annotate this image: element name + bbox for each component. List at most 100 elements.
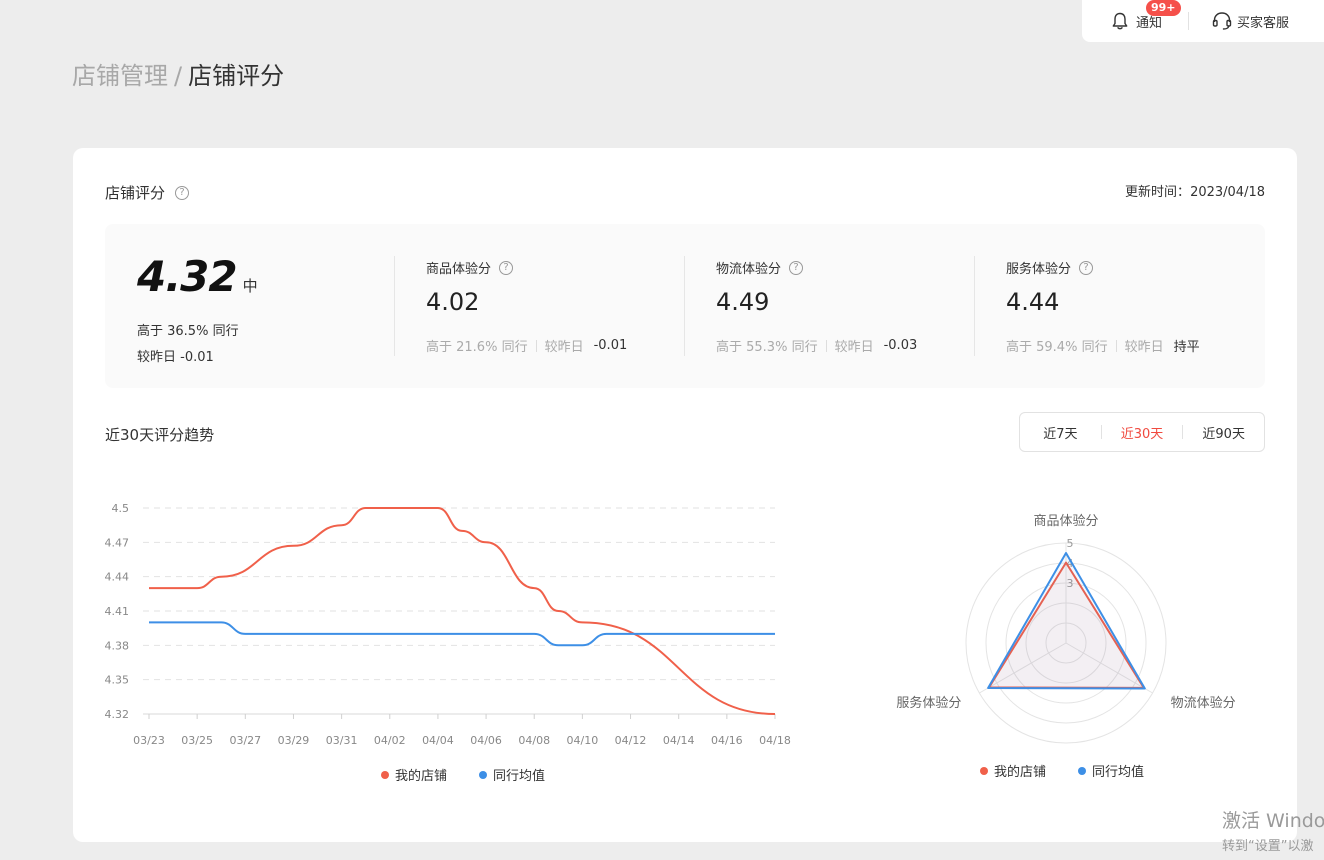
legend-item-mine[interactable]: 我的店铺 xyxy=(381,765,447,784)
x-tick-label: 03/25 xyxy=(181,734,213,747)
card-title-text: 店铺评分 xyxy=(105,184,166,202)
notice-count-badge: 99+ xyxy=(1146,0,1181,16)
radar-axis-label: 商品体验分 xyxy=(1033,513,1098,529)
overall-vs-label: 较昨日 xyxy=(137,350,177,365)
update-time-value: 2023/04/18 xyxy=(1190,185,1265,200)
meta-divider xyxy=(825,339,827,352)
product-higher-than-peers: 高于 21.6% 同行 xyxy=(426,340,528,355)
y-tick-label: 4.38 xyxy=(105,639,130,652)
buyer-service-button[interactable]: 买家客服 xyxy=(1189,0,1289,42)
x-tick-label: 04/08 xyxy=(518,734,550,747)
legend-dot-mine xyxy=(381,770,389,779)
service-score-label: 服务体验分? xyxy=(1006,258,1094,277)
panel-divider xyxy=(974,256,975,356)
service-vs-label: 较昨日 xyxy=(1124,340,1164,355)
x-tick-label: 03/23 xyxy=(133,734,165,747)
overall-score-value: 4.32 xyxy=(137,252,238,301)
y-tick-label: 4.44 xyxy=(105,571,130,584)
radar-legend-dot-mine xyxy=(980,766,988,775)
top-bar: 通知 99+ 买家客服 xyxy=(1082,0,1324,42)
update-time: 更新时间：2023/04/18 xyxy=(1125,181,1265,200)
legend-item-peer[interactable]: 同行均值 xyxy=(479,765,545,784)
overall-vs-value: -0.01 xyxy=(180,350,214,365)
buyer-service-label: 买家客服 xyxy=(1237,15,1290,31)
x-tick-label: 04/18 xyxy=(759,734,791,747)
overall-score-level: 中 xyxy=(242,277,258,295)
help-icon[interactable]: ? xyxy=(789,260,804,275)
legend-label-mine: 我的店铺 xyxy=(395,769,448,784)
radar-axis-label: 服务体验分 xyxy=(896,695,961,711)
x-tick-label: 04/06 xyxy=(470,734,502,747)
product-score-meta: 高于 21.6% 同行 较昨日 -0.01 xyxy=(426,336,627,355)
product-vs-label: 较昨日 xyxy=(544,340,584,355)
breadcrumb-parent-link[interactable]: 店铺管理 xyxy=(72,62,168,90)
x-tick-label: 03/27 xyxy=(229,734,261,747)
meta-divider xyxy=(535,339,537,352)
service-score-meta: 高于 59.4% 同行 较昨日 持平 xyxy=(1006,336,1200,355)
logistics-vs-value: -0.03 xyxy=(883,338,918,353)
y-tick-label: 4.41 xyxy=(105,605,130,618)
product-score-label-text: 商品体验分 xyxy=(426,262,492,277)
x-tick-label: 04/02 xyxy=(374,734,406,747)
meta-divider xyxy=(1115,339,1117,352)
help-icon[interactable]: ? xyxy=(1079,260,1094,275)
x-tick-label: 04/14 xyxy=(663,734,695,747)
panel-divider xyxy=(684,256,685,356)
legend-dot-peer xyxy=(479,770,488,779)
x-tick-label: 04/04 xyxy=(422,734,454,747)
service-vs-value: 持平 xyxy=(1173,340,1200,355)
score-summary-panel: 4.32 中 高于 36.5% 同行 较昨日 -0.01 商品体验分? 4.02 … xyxy=(105,224,1265,388)
trend-title: 近30天评分趋势 xyxy=(105,426,215,444)
legend-label-peer: 同行均值 xyxy=(493,769,546,784)
radar-legend-label-mine: 我的店铺 xyxy=(994,765,1047,780)
logistics-higher-than-peers: 高于 55.3% 同行 xyxy=(716,340,818,355)
card-title: 店铺评分 ? xyxy=(105,182,190,203)
breadcrumb-separator: / xyxy=(174,62,183,90)
panel-divider xyxy=(394,256,395,356)
notice-button[interactable]: 通知 99+ xyxy=(1082,0,1188,42)
range-selector: 近7天 近30天 近90天 xyxy=(1019,412,1265,452)
windows-activation-watermark: 激活 Windo 转到“设置”以激 xyxy=(1222,806,1324,854)
radar-legend-label-peer: 同行均值 xyxy=(1092,765,1145,780)
x-tick-label: 04/12 xyxy=(615,734,647,747)
watermark-line-2: 转到“设置”以激 xyxy=(1222,839,1314,854)
help-icon[interactable]: ? xyxy=(175,185,190,200)
logistics-score-meta: 高于 55.3% 同行 较昨日 -0.03 xyxy=(716,336,917,355)
x-tick-label: 03/31 xyxy=(326,734,358,747)
x-tick-label: 04/16 xyxy=(711,734,743,747)
range-90-days[interactable]: 近90天 xyxy=(1183,423,1264,442)
store-score-card: 店铺评分 ? 更新时间：2023/04/18 4.32 中 高于 36.5% 同行… xyxy=(73,148,1297,842)
product-score-value: 4.02 xyxy=(426,288,480,316)
range-30-days[interactable]: 近30天 xyxy=(1102,423,1183,442)
breadcrumb-current: 店铺评分 xyxy=(188,62,285,90)
y-tick-label: 4.35 xyxy=(105,674,130,687)
radar-axis-label: 物流体验分 xyxy=(1171,695,1236,711)
x-tick-label: 03/29 xyxy=(278,734,310,747)
bell-icon xyxy=(1112,12,1128,30)
radar-ring-label: 5 xyxy=(1067,537,1074,550)
logistics-vs-label: 较昨日 xyxy=(834,340,874,355)
product-score-label: 商品体验分? xyxy=(426,258,514,277)
logistics-score-label-text: 物流体验分 xyxy=(716,262,782,277)
logistics-score-label: 物流体验分? xyxy=(716,258,804,277)
update-time-label: 更新时间： xyxy=(1125,185,1191,200)
range-7-days[interactable]: 近7天 xyxy=(1020,423,1101,442)
overall-score: 4.32 中 高于 36.5% 同行 较昨日 -0.01 xyxy=(137,252,258,365)
y-tick-label: 4.32 xyxy=(105,708,130,721)
radar-legend-dot-peer xyxy=(1078,766,1087,775)
peer-average-line xyxy=(149,621,775,647)
radar-legend-item-peer[interactable]: 同行均值 xyxy=(1078,761,1144,780)
help-icon[interactable]: ? xyxy=(499,260,514,275)
breadcrumb: 店铺管理 / 店铺评分 xyxy=(72,56,284,91)
headset-icon xyxy=(1212,12,1232,30)
radar-legend-item-mine[interactable]: 我的店铺 xyxy=(980,761,1046,780)
y-tick-label: 4.47 xyxy=(105,536,130,549)
watermark-line-1: 激活 Windo xyxy=(1222,810,1324,832)
radar-chart-legend: 我的店铺 同行均值 xyxy=(980,761,1176,780)
product-vs-value: -0.01 xyxy=(593,338,628,353)
line-chart-legend: 我的店铺 同行均值 xyxy=(381,765,577,784)
service-higher-than-peers: 高于 59.4% 同行 xyxy=(1006,340,1108,355)
overall-vs-yesterday: 较昨日 -0.01 xyxy=(137,346,214,365)
overall-higher-than-peers: 高于 36.5% 同行 xyxy=(137,324,239,339)
score-radar-chart: 543商品体验分物流体验分服务体验分 xyxy=(896,513,1236,744)
